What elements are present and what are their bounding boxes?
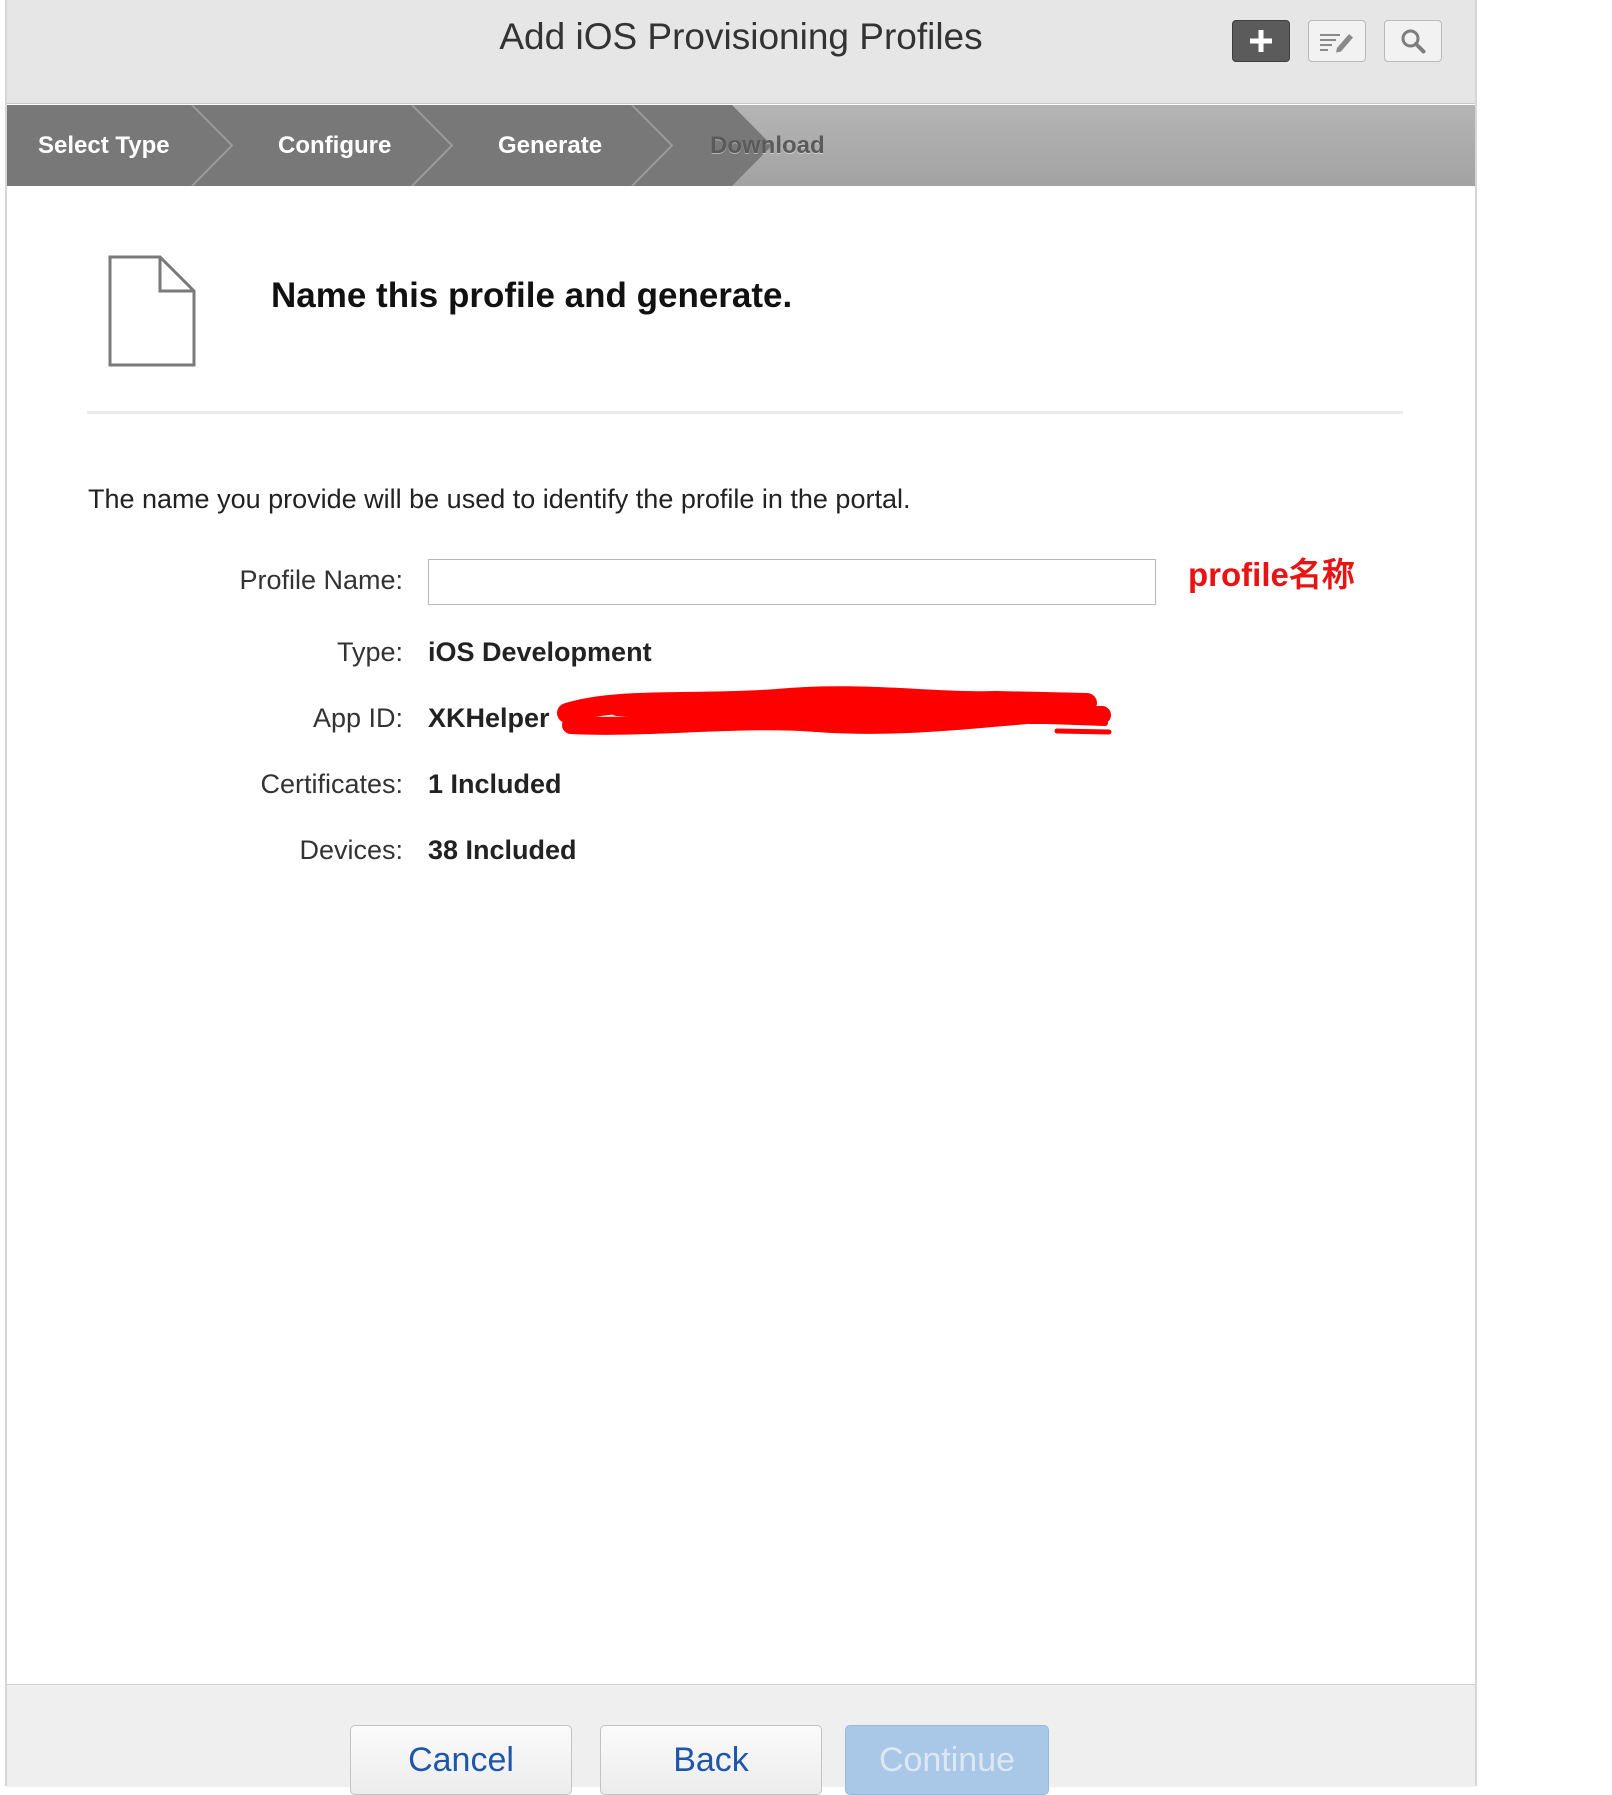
edit-icon bbox=[1320, 34, 1353, 53]
app-id-label: App ID: bbox=[312, 703, 403, 733]
plus-icon bbox=[1250, 30, 1272, 52]
header-bar: Add iOS Provisioning Profiles bbox=[7, 0, 1475, 104]
certificates-label: Certificates: bbox=[260, 769, 403, 799]
step-generate: Generate bbox=[498, 132, 603, 159]
step-select-type: Select Type bbox=[38, 132, 170, 159]
app-id-value: XKHelper bbox=[428, 703, 550, 733]
provisioning-panel: Add iOS Provisioning Profiles Select Typ… bbox=[5, 0, 1477, 1795]
profile-name-input[interactable] bbox=[428, 559, 1156, 605]
page-background bbox=[1477, 0, 1612, 1786]
description-text: The name you provide will be used to ide… bbox=[88, 484, 911, 514]
certificates-value: 1 Included bbox=[428, 769, 562, 799]
type-label: Type: bbox=[336, 637, 403, 667]
cancel-button[interactable]: Cancel bbox=[350, 1725, 572, 1795]
continue-button[interactable]: Continue bbox=[845, 1725, 1049, 1795]
footer-bar: Cancel Back Continue bbox=[7, 1684, 1475, 1795]
step-configure: Configure bbox=[278, 132, 392, 159]
devices-label: Devices: bbox=[299, 835, 403, 865]
section-heading: Name this profile and generate. bbox=[271, 276, 793, 315]
search-icon bbox=[1401, 29, 1426, 54]
add-button[interactable] bbox=[1232, 20, 1290, 62]
redaction-scribble bbox=[557, 686, 1112, 735]
edit-button[interactable] bbox=[1308, 20, 1366, 62]
profile-name-label: Profile Name: bbox=[239, 565, 403, 595]
annotation-label: profile名称 bbox=[1188, 556, 1355, 593]
back-button[interactable]: Back bbox=[600, 1725, 822, 1795]
search-button[interactable] bbox=[1384, 20, 1442, 62]
step-download: Download bbox=[710, 132, 825, 159]
devices-value: 38 Included bbox=[428, 835, 577, 865]
type-value: iOS Development bbox=[428, 637, 652, 667]
document-icon bbox=[108, 255, 196, 367]
divider bbox=[87, 411, 1403, 414]
progress-steps: Select Type Configure Generate Download bbox=[7, 105, 1475, 186]
